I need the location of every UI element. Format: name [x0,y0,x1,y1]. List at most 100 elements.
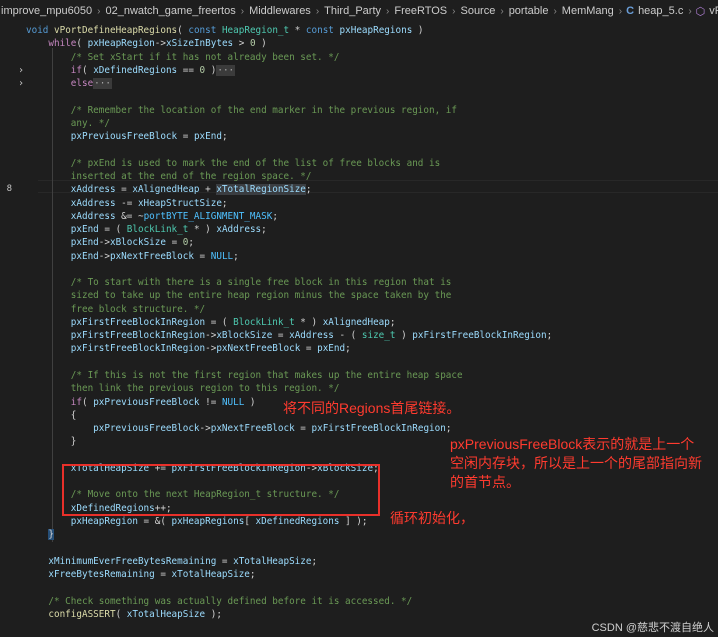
chevron-right-icon: › [240,5,245,17]
line-number [0,223,12,236]
line-number [0,130,12,143]
line-number [0,382,12,395]
code-line[interactable]: any. */ [26,117,110,130]
code-line[interactable]: pxFirstFreeBlockInRegion->xBlockSize = x… [26,329,552,342]
line-number [0,170,12,183]
code-line[interactable]: pxEnd->xBlockSize = 0; [26,236,194,249]
watermark: CSDN @慈悲不渡自绝人 [591,622,714,634]
breadcrumb-item-folder[interactable]: 02_nwatch_game_freertos [104,5,236,17]
line-number [0,316,12,329]
code-line[interactable]: pxPreviousFreeBlock->pxNextFreeBlock = p… [26,422,451,435]
line-number [0,236,12,249]
line-number [0,396,12,409]
line-number [0,568,12,581]
code-line[interactable]: configASSERT( xTotalHeapSize ); [26,608,222,621]
line-number [0,462,12,475]
code-line[interactable]: /* If this is not the first region that … [26,369,463,382]
code-line[interactable]: if( xDefinedRegions == 0 )··· [26,64,236,77]
code-line[interactable]: } [26,528,54,541]
code-line[interactable]: pxFirstFreeBlockInRegion->pxNextFreeBloc… [26,342,351,355]
breadcrumb: improve_mpu6050 › 02_nwatch_game_freerto… [0,0,718,22]
line-number [0,515,12,528]
chevron-right-icon: › [618,5,623,17]
line-number [0,542,12,555]
highlight-box [62,464,380,516]
code-line[interactable]: xFreeBytesRemaining = xTotalHeapSize; [26,568,255,581]
breadcrumb-item-freertos[interactable]: FreeRTOS [393,5,448,17]
line-number [0,369,12,382]
annotation-link-regions: 将不同的Regions首尾链接。 [283,400,461,416]
line-number [0,24,12,37]
chevron-right-icon: › [452,5,456,17]
line-number [0,250,12,263]
code-line[interactable]: xAddress -= xHeapStructSize; [26,197,228,210]
breadcrumb-item-project[interactable]: improve_mpu6050 [0,5,93,17]
chevron-right-icon: › [315,5,320,17]
c-file-icon: C [626,5,635,17]
line-number [0,64,12,77]
chevron-right-icon: › [500,5,504,17]
line-number [0,475,12,488]
code-line[interactable]: xMinimumEverFreeBytesRemaining = xTotalH… [26,555,317,568]
code-line[interactable]: xAddress &= ~portBYTE_ALIGNMENT_MASK; [26,210,278,223]
breadcrumb-item-memmang[interactable]: MemMang [561,5,615,17]
breadcrumb-item-middlewares[interactable]: Middlewares [248,5,312,17]
chevron-right-icon: › [97,5,101,17]
code-line[interactable]: } [26,435,77,448]
code-line[interactable]: if( pxPreviousFreeBlock != NULL ) [26,396,256,409]
code-line[interactable]: { [26,409,77,422]
code-line[interactable]: void vPortDefineHeapRegions( const HeapR… [26,24,424,37]
line-number [0,488,12,501]
code-line[interactable]: else··· [26,77,112,90]
code-line[interactable]: /* Set xStart if it has not already been… [26,51,340,64]
line-number [0,289,12,302]
code-line[interactable]: sized to take up the entire heap region … [26,289,452,302]
line-number [0,117,12,130]
breadcrumb-item-third-party[interactable]: Third_Party [323,5,382,17]
code-line[interactable]: /* pxEnd is used to mark the end of the … [26,157,440,170]
code-line[interactable]: pxEnd->pxNextFreeBlock = NULL; [26,250,239,263]
chevron-right-icon: › [688,5,692,17]
line-number [0,104,12,117]
breadcrumb-item-function[interactable]: vPortDefineHeapRegions(cons [708,5,718,17]
line-number [0,356,12,369]
line-number [0,197,12,210]
line-number [0,608,12,621]
code-line[interactable]: pxHeapRegion = &( pxHeapRegions[ xDefine… [26,515,368,528]
line-number [0,51,12,64]
line-number [0,449,12,462]
breadcrumb-item-source[interactable]: Source [459,5,496,17]
line-number [0,502,12,515]
code-line[interactable]: inserted at the end of the region space.… [26,170,312,183]
line-number [0,435,12,448]
annotation-loop-init: 循环初始化， [390,510,474,526]
function-cube-icon: ⬡ [695,5,706,18]
code-line[interactable]: /* To start with there is a single free … [26,276,452,289]
code-editor[interactable]: void vPortDefineHeapRegions( const HeapR… [0,22,718,637]
line-number: 8 [6,184,12,194]
code-line[interactable]: free block structure. */ [26,303,205,316]
line-number [0,342,12,355]
line-number [0,581,12,594]
line-number [0,422,12,435]
breadcrumb-item-portable[interactable]: portable [508,5,550,17]
code-line[interactable]: /* Remember the location of the end mark… [26,104,457,117]
line-number [0,555,12,568]
line-number [0,90,12,103]
code-line[interactable]: pxFirstFreeBlockInRegion = ( BlockLink_t… [26,316,396,329]
line-number [0,143,12,156]
line-number [0,303,12,316]
code-line[interactable]: while( pxHeapRegion->xSizeInBytes > 0 ) [26,37,266,50]
annotation-previous-block: pxPreviousFreeBlock表示的就是上一个空闲内存块，所以是上一个的… [450,436,702,490]
line-number [0,276,12,289]
code-line[interactable]: pxEnd = ( BlockLink_t * ) xAddress; [26,223,267,236]
breadcrumb-item-file[interactable]: heap_5.c [637,5,684,17]
line-number [0,77,12,90]
code-line[interactable]: pxPreviousFreeBlock = pxEnd; [26,130,228,143]
code-line[interactable]: then link the previous region to this re… [26,382,340,395]
line-number [0,210,12,223]
code-line[interactable]: xAddress = xAlignedHeap + xTotalRegionSi… [26,183,312,196]
line-number [0,329,12,342]
line-number [0,37,12,50]
code-line[interactable]: /* Check something was actually defined … [26,595,412,608]
